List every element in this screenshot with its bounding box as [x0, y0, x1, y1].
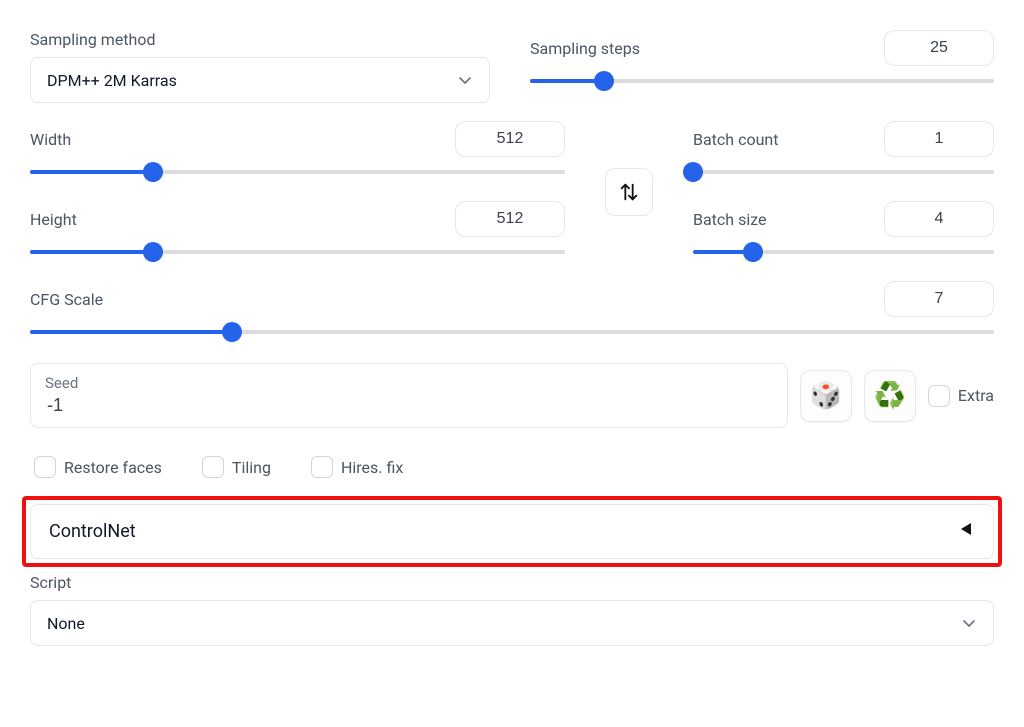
batch-size-input[interactable]	[884, 201, 994, 237]
swap-arrows-icon	[618, 181, 640, 203]
batch-size-label: Batch size	[693, 210, 767, 229]
batch-size-slider[interactable]	[693, 241, 994, 263]
sampling-method-select[interactable]: DPM++ 2M Karras	[30, 57, 490, 103]
width-slider[interactable]	[30, 161, 565, 183]
batch-count-slider[interactable]	[693, 161, 994, 183]
swap-dimensions-button[interactable]	[605, 168, 653, 216]
chevron-down-icon	[961, 615, 977, 631]
height-input[interactable]	[455, 201, 565, 237]
hires-fix-label: Hires. fix	[341, 458, 403, 477]
cfg-scale-label: CFG Scale	[30, 290, 103, 309]
hires-fix-checkbox[interactable]	[311, 456, 333, 478]
script-label: Script	[30, 573, 994, 592]
sampling-steps-input[interactable]	[884, 30, 994, 66]
sampling-steps-label: Sampling steps	[530, 39, 640, 58]
recycle-icon: ♻️	[874, 380, 906, 411]
restore-faces-checkbox[interactable]	[34, 456, 56, 478]
chevron-down-icon	[457, 72, 473, 88]
batch-count-label: Batch count	[693, 130, 778, 149]
width-label: Width	[30, 130, 71, 149]
extra-checkbox[interactable]	[928, 385, 950, 407]
height-slider[interactable]	[30, 241, 565, 263]
sampling-steps-slider[interactable]	[530, 70, 994, 92]
reuse-seed-button[interactable]: ♻️	[864, 370, 916, 422]
sampling-method-value: DPM++ 2M Karras	[47, 71, 177, 90]
controlnet-label: ControlNet	[49, 521, 136, 542]
triangle-left-icon	[959, 521, 975, 542]
width-input[interactable]	[455, 121, 565, 157]
dice-icon: 🎲	[810, 380, 842, 411]
tiling-label: Tiling	[232, 458, 271, 477]
script-value: None	[47, 614, 85, 633]
height-label: Height	[30, 210, 77, 229]
controlnet-accordion[interactable]: ControlNet	[30, 504, 994, 559]
script-select[interactable]: None	[30, 600, 994, 646]
seed-input[interactable]	[45, 394, 773, 417]
tiling-checkbox[interactable]	[202, 456, 224, 478]
random-seed-button[interactable]: 🎲	[800, 370, 852, 422]
cfg-scale-slider[interactable]	[30, 321, 994, 343]
batch-count-input[interactable]	[884, 121, 994, 157]
restore-faces-label: Restore faces	[64, 458, 162, 477]
seed-label: Seed	[45, 374, 773, 392]
extra-label: Extra	[958, 386, 994, 405]
sampling-method-label: Sampling method	[30, 30, 490, 49]
cfg-scale-input[interactable]	[884, 281, 994, 317]
